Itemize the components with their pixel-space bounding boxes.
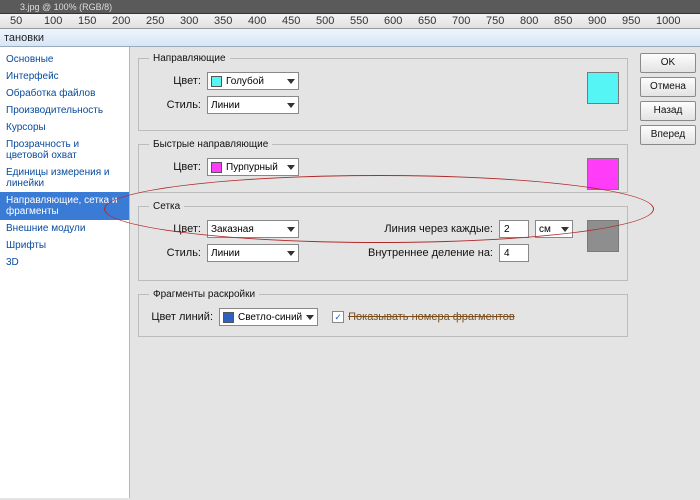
swatch-icon — [211, 162, 222, 173]
ruler-mark: 750 — [486, 15, 504, 27]
cancel-button[interactable]: Отмена — [640, 77, 696, 97]
smart-guides-group: Быстрые направляющие Цвет: Пурпурный — [138, 139, 628, 193]
chevron-down-icon — [287, 251, 295, 256]
dialog-buttons: OK Отмена Назад Вперед — [636, 47, 700, 498]
chevron-down-icon — [287, 103, 295, 108]
ruler-mark: 500 — [316, 15, 334, 27]
ok-button[interactable]: OK — [640, 53, 696, 73]
smart-guides-color-label: Цвет: — [149, 161, 201, 173]
chevron-down-icon — [287, 227, 295, 232]
chevron-down-icon — [287, 165, 295, 170]
select-value: Светло-синий — [238, 312, 302, 323]
ruler-mark: 1000 — [656, 15, 680, 27]
chevron-down-icon — [306, 315, 314, 320]
slices-group: Фрагменты раскройки Цвет линий: Светло-с… — [138, 289, 628, 337]
sidebar-item[interactable]: Прозрачность и цветовой охват — [0, 136, 129, 164]
grid-group: Сетка Цвет: Заказная Линия через каждые:… — [138, 201, 628, 281]
ruler-mark: 100 — [44, 15, 62, 27]
sidebar-item[interactable]: Интерфейс — [0, 68, 129, 85]
ruler-mark: 650 — [418, 15, 436, 27]
grid-style-select[interactable]: Линии — [207, 244, 299, 262]
sidebar-item[interactable]: Внешние модули — [0, 220, 129, 237]
grid-legend: Сетка — [149, 201, 184, 212]
slices-line-color-label: Цвет линий: — [149, 311, 213, 323]
select-value: Линии — [211, 248, 283, 259]
select-value: Линии — [211, 100, 283, 111]
checkbox-icon: ✓ — [332, 311, 344, 323]
checkbox-label: Показывать номера фрагментов — [348, 311, 515, 323]
grid-style-label: Стиль: — [149, 247, 201, 259]
slices-line-color-select[interactable]: Светло-синий — [219, 308, 318, 326]
sidebar-item[interactable]: Основные — [0, 51, 129, 68]
sidebar-item[interactable]: Направляющие, сетка и фрагменты — [0, 192, 129, 220]
app-topbar: 3.jpg @ 100% (RGB/8) — [0, 0, 700, 14]
ruler-mark: 550 — [350, 15, 368, 27]
grid-unit-select[interactable]: см — [535, 220, 573, 238]
smart-guides-legend: Быстрые направляющие — [149, 139, 272, 150]
grid-subdiv-label: Внутреннее деление на: — [368, 247, 493, 259]
ruler-mark: 200 — [112, 15, 130, 27]
sidebar-item[interactable]: Обработка файлов — [0, 85, 129, 102]
select-value: Пурпурный — [226, 162, 283, 173]
select-value: Голубой — [226, 76, 283, 87]
guides-color-swatch[interactable] — [587, 72, 619, 104]
guides-style-label: Стиль: — [149, 99, 201, 111]
grid-subdiv-input[interactable]: 4 — [499, 244, 529, 262]
grid-color-label: Цвет: — [149, 223, 201, 235]
dialog-title: тановки — [4, 32, 44, 44]
back-button[interactable]: Назад — [640, 101, 696, 121]
ruler-mark: 900 — [588, 15, 606, 27]
ruler-mark: 400 — [248, 15, 266, 27]
sidebar-item[interactable]: Шрифты — [0, 237, 129, 254]
ruler-mark: 600 — [384, 15, 402, 27]
sidebar-item[interactable]: Единицы измерения и линейки — [0, 164, 129, 192]
ruler-mark: 450 — [282, 15, 300, 27]
preferences-panel: Направляющие Цвет: Голубой Стиль: Линии — [130, 47, 636, 498]
guides-color-select[interactable]: Голубой — [207, 72, 299, 90]
grid-line-every-input[interactable]: 2 — [499, 220, 529, 238]
chevron-down-icon — [561, 227, 569, 232]
horizontal-ruler: 50 100 150 200 250 300 350 400 450 500 550 600 650 70… — [0, 14, 700, 29]
ruler-mark: 950 — [622, 15, 640, 27]
select-value: Заказная — [211, 224, 283, 235]
guides-group: Направляющие Цвет: Голубой Стиль: Линии — [138, 53, 628, 131]
smart-guides-color-select[interactable]: Пурпурный — [207, 158, 299, 176]
ruler-mark: 850 — [554, 15, 572, 27]
preferences-sidebar: ОсновныеИнтерфейсОбработка файловПроизво… — [0, 47, 130, 498]
ruler-mark: 150 — [78, 15, 96, 27]
sidebar-item[interactable]: Курсоры — [0, 119, 129, 136]
smart-guides-color-swatch[interactable] — [587, 158, 619, 190]
swatch-icon — [211, 76, 222, 87]
grid-color-swatch[interactable] — [587, 220, 619, 252]
swatch-icon — [223, 312, 234, 323]
show-slice-numbers-checkbox[interactable]: ✓ Показывать номера фрагментов — [332, 311, 515, 323]
ruler-mark: 50 — [10, 15, 22, 27]
grid-line-every-label: Линия через каждые: — [384, 223, 493, 235]
guides-color-label: Цвет: — [149, 75, 201, 87]
forward-button[interactable]: Вперед — [640, 125, 696, 145]
ruler-mark: 300 — [180, 15, 198, 27]
grid-color-select[interactable]: Заказная — [207, 220, 299, 238]
guides-legend: Направляющие — [149, 53, 230, 64]
ruler-mark: 700 — [452, 15, 470, 27]
slices-legend: Фрагменты раскройки — [149, 289, 259, 300]
dialog-title-bar: тановки — [0, 29, 700, 47]
ruler-mark: 250 — [146, 15, 164, 27]
ruler-mark: 800 — [520, 15, 538, 27]
chevron-down-icon — [287, 79, 295, 84]
sidebar-item[interactable]: Производительность — [0, 102, 129, 119]
select-value: см — [539, 224, 557, 235]
sidebar-item[interactable]: 3D — [0, 254, 129, 271]
ruler-mark: 350 — [214, 15, 232, 27]
document-tab[interactable]: 3.jpg @ 100% (RGB/8) — [20, 2, 112, 12]
guides-style-select[interactable]: Линии — [207, 96, 299, 114]
